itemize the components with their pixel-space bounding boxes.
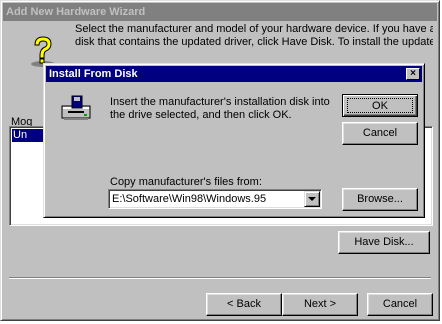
have-disk-button[interactable]: Have Disk... [338, 231, 430, 254]
source-path-value: E:\Software\Win98\Windows.95 [112, 193, 267, 205]
copy-from-label: Copy manufacturer's files from: [110, 176, 262, 188]
instruction-line-1: Select the manufacturer and model of you… [75, 23, 433, 35]
instruction-line-2: disk that contains the updated driver, c… [75, 36, 433, 48]
chevron-down-icon[interactable] [304, 191, 320, 207]
dialog-message: Insert the manufacturer's installation d… [110, 96, 330, 121]
dialog-cancel-button[interactable]: Cancel [342, 122, 418, 145]
add-hardware-wizard-window: Add New Hardware Wizard Select the manuf… [0, 0, 440, 321]
wizard-separator [9, 277, 431, 279]
next-label: Next > [303, 298, 337, 310]
disk-drive-icon [61, 95, 91, 120]
dialog-title-bar[interactable]: Install From Disk × [46, 66, 422, 82]
next-button[interactable]: Next > [282, 293, 358, 316]
wizard-cancel-button[interactable]: Cancel [367, 293, 433, 316]
back-label: < Back [227, 298, 261, 310]
wizard-cancel-label: Cancel [382, 298, 418, 310]
wizard-instructions: Select the manufacturer and model of you… [75, 23, 433, 49]
ok-button[interactable]: OK [342, 94, 418, 117]
back-button[interactable]: < Back [206, 293, 282, 316]
wizard-title: Add New Hardware Wizard [6, 6, 146, 18]
dialog-cancel-label: Cancel [362, 127, 398, 139]
browse-label: Browse... [357, 193, 403, 205]
source-path-combobox[interactable]: E:\Software\Win98\Windows.95 [108, 189, 322, 209]
close-icon[interactable]: × [406, 68, 420, 80]
install-from-disk-dialog: Install From Disk × Insert the manufactu… [43, 63, 425, 218]
have-disk-label: Have Disk... [354, 236, 414, 248]
ok-label: OK [347, 98, 413, 113]
browse-button[interactable]: Browse... [342, 188, 418, 211]
dialog-title: Install From Disk [49, 68, 138, 80]
wizard-title-bar[interactable]: Add New Hardware Wizard [3, 3, 437, 21]
